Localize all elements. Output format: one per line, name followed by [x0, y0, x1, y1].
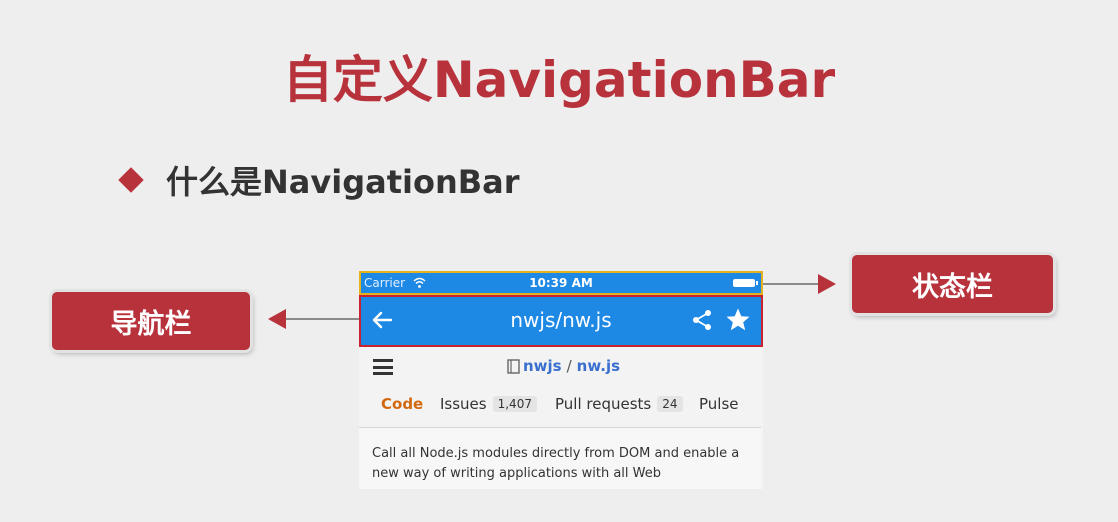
- repo-description-box: Call all Node.js modules directly from D…: [359, 427, 761, 489]
- tab-pulse[interactable]: Pulse: [699, 395, 739, 413]
- status-bar-callout: 状态栏: [852, 255, 1053, 313]
- slide-title: 自定义NavigationBar: [282, 51, 836, 109]
- battery-icon: [733, 279, 758, 287]
- share-icon[interactable]: [691, 309, 713, 331]
- navigation-bar: nwjs/nw.js: [359, 295, 763, 347]
- issues-count-badge: 1,407: [492, 396, 537, 412]
- book-icon: [507, 358, 520, 374]
- phone-screenshot: Carrier 10:39 AM nwjs/nw.js nwjs / nw.js…: [359, 271, 763, 489]
- status-bar: Carrier 10:39 AM: [359, 271, 763, 295]
- repo-header: nwjs / nw.js: [359, 347, 763, 387]
- tab-pulse-label: Pulse: [699, 395, 739, 413]
- bullet-text: 什么是NavigationBar: [166, 163, 520, 201]
- repo-description: Call all Node.js modules directly from D…: [372, 446, 740, 481]
- bullet-item: 什么是NavigationBar: [118, 158, 520, 202]
- nav-bar-callout: 导航栏: [52, 292, 250, 350]
- tab-pull-requests[interactable]: Pull requests 24: [555, 395, 683, 413]
- nav-bar-connector: [286, 318, 359, 320]
- tab-issues-label: Issues: [440, 395, 487, 413]
- tab-issues[interactable]: Issues 1,407: [440, 395, 537, 413]
- repo-name-link[interactable]: nw.js: [577, 357, 620, 375]
- star-icon[interactable]: [725, 307, 751, 333]
- arrow-left-icon: [268, 309, 286, 329]
- repo-path: nwjs / nw.js: [507, 357, 620, 375]
- repo-owner-link[interactable]: nwjs: [523, 357, 562, 375]
- menu-icon[interactable]: [373, 359, 393, 375]
- tab-code[interactable]: Code: [381, 395, 423, 413]
- tab-pull-requests-label: Pull requests: [555, 395, 652, 413]
- diamond-bullet-icon: [118, 167, 144, 193]
- status-time: 10:39 AM: [529, 276, 593, 290]
- tab-code-label: Code: [381, 395, 424, 413]
- arrow-right-icon: [818, 274, 836, 294]
- repo-separator: /: [566, 357, 572, 375]
- pull-requests-count-badge: 24: [657, 396, 683, 412]
- status-bar-connector: [763, 283, 818, 285]
- repo-tabs: Code Issues 1,407 Pull requests 24 Pulse: [359, 387, 763, 421]
